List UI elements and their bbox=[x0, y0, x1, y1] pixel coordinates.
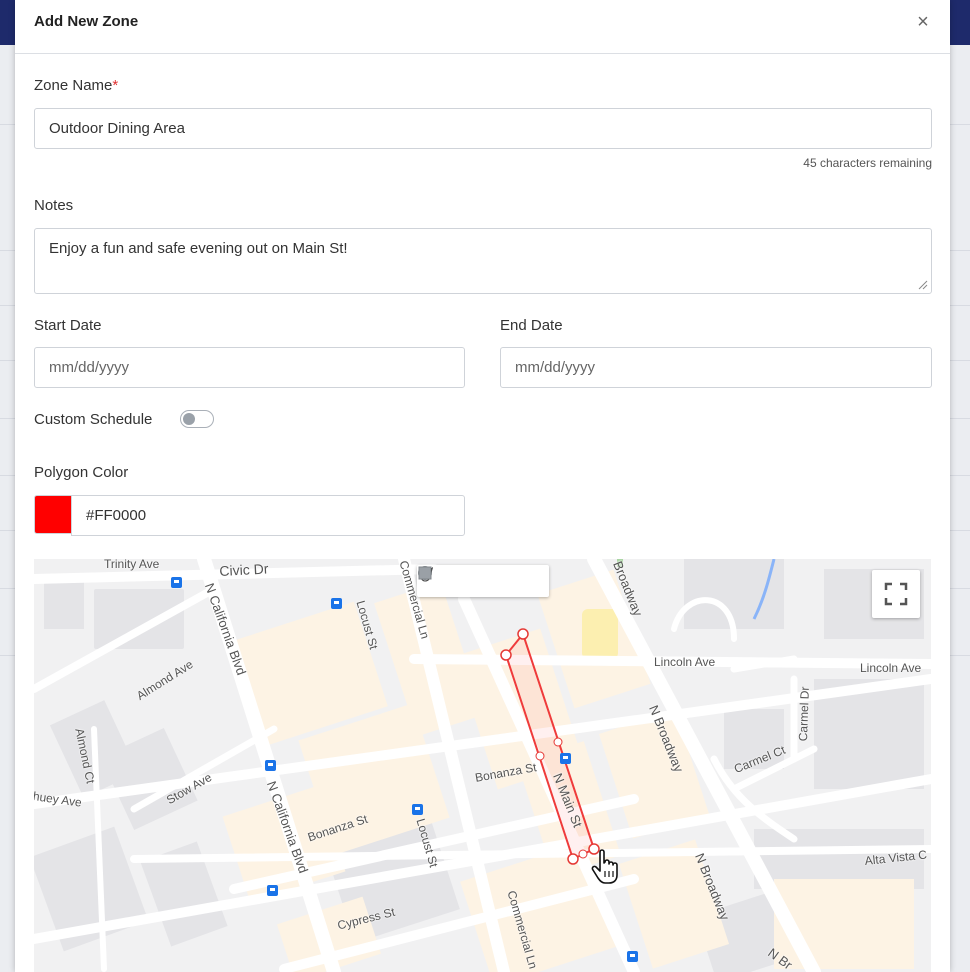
polygon-color-label: Polygon Color bbox=[34, 464, 129, 481]
characters-remaining: 45 characters remaining bbox=[803, 156, 932, 170]
end-date-label: End Date bbox=[500, 317, 563, 334]
rectangle-icon[interactable] bbox=[418, 565, 549, 597]
end-date-input[interactable] bbox=[500, 347, 932, 388]
zone-map[interactable]: Trinity Ave Civic Dr Commercial Ln Broad… bbox=[34, 559, 931, 972]
resize-grip-icon[interactable] bbox=[918, 280, 928, 290]
pointer-hand-icon bbox=[591, 849, 618, 884]
park-area bbox=[582, 609, 618, 659]
street-label: Lincoln Ave bbox=[654, 655, 716, 669]
notes-label: Notes bbox=[34, 197, 74, 214]
modal-title: Add New Zone bbox=[34, 13, 139, 30]
street-label: Lincoln Ave bbox=[860, 661, 922, 675]
add-zone-modal: Add New Zone × Zone Name* 45 characters … bbox=[15, 0, 950, 972]
bus-stop-icon[interactable] bbox=[412, 804, 423, 815]
notes-textarea[interactable]: Enjoy a fun and safe evening out on Main… bbox=[34, 228, 932, 294]
fullscreen-icon[interactable] bbox=[872, 570, 920, 618]
start-date-input[interactable] bbox=[34, 347, 465, 388]
bus-stop-icon[interactable] bbox=[171, 577, 182, 588]
circle-icon[interactable] bbox=[418, 565, 483, 597]
drawing-toolbar bbox=[417, 565, 549, 597]
toggle-knob bbox=[183, 413, 195, 425]
close-icon[interactable]: × bbox=[910, 8, 936, 36]
custom-schedule-label: Custom Schedule bbox=[34, 411, 153, 428]
polygon-icon[interactable] bbox=[419, 565, 516, 597]
street-label: Civic Dr bbox=[219, 560, 269, 579]
zone-name-label: Zone Name* bbox=[34, 77, 119, 94]
street-label: Carmel Dr bbox=[796, 686, 812, 742]
bus-stop-icon[interactable] bbox=[265, 760, 276, 771]
color-swatch[interactable] bbox=[34, 495, 72, 534]
bus-stop-icon[interactable] bbox=[627, 951, 638, 962]
start-date-label: Start Date bbox=[34, 317, 102, 334]
custom-schedule-toggle[interactable] bbox=[180, 410, 214, 428]
color-hex-input[interactable] bbox=[71, 495, 465, 536]
bus-stop-icon[interactable] bbox=[331, 598, 342, 609]
map-base bbox=[34, 559, 931, 972]
street-label: Trinity Ave bbox=[104, 559, 160, 571]
modal-header: Add New Zone × bbox=[15, 0, 950, 54]
required-mark: * bbox=[112, 77, 119, 94]
bus-stop-icon[interactable] bbox=[267, 885, 278, 896]
zone-name-input[interactable] bbox=[34, 108, 932, 149]
bus-stop-icon[interactable] bbox=[560, 753, 571, 764]
